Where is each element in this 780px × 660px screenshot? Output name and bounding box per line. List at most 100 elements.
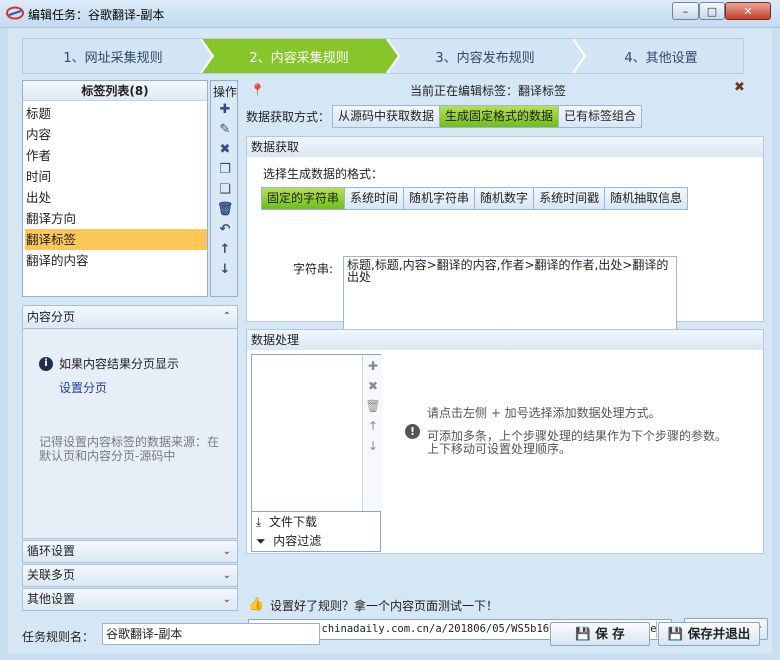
chevron-down-icon: ⌄: [222, 546, 231, 557]
tag-list-header: 标签列表(8): [23, 81, 207, 101]
step-publish-rules[interactable]: 3、内容发布规则: [395, 39, 575, 73]
undo-icon[interactable]: ↶: [216, 221, 234, 238]
step-wizard: 1、网址采集规则 2、内容采集规则 3、内容发布规则 4、其他设置: [22, 38, 744, 74]
other-settings-label: 其他设置: [27, 592, 76, 606]
method-tag-combo[interactable]: 已有标签组合: [559, 106, 642, 127]
loop-settings-label: 循环设置: [27, 544, 76, 558]
filter-icon: ⏷: [256, 534, 266, 548]
window-title: 编辑任务：谷歌翻译-副本: [28, 8, 165, 22]
step-url-rules[interactable]: 1、网址采集规则: [23, 39, 203, 73]
content-filter-item[interactable]: ⏷ 内容过滤: [256, 532, 321, 551]
processing-menu: ⤓ 文件下载 ⏷ 内容过滤: [252, 511, 380, 551]
save-label: 保 存: [595, 626, 625, 641]
other-settings-header[interactable]: 其他设置 ⌄: [22, 588, 238, 611]
chevron-down-icon: ⌄: [222, 570, 231, 581]
paste-icon[interactable]: ❏: [216, 181, 234, 198]
data-processing-body: ✚ ✖ 🗑 ↑ ↓ ⤓ 文件下载 ⏷ 内容过滤 请点击左侧 + 加号选择添加数据…: [246, 350, 764, 554]
tag-list: 标签列表(8) 标题 内容 作者 时间 出处 翻译方向 翻译标签 翻译的内容: [22, 80, 208, 297]
chevron-down-icon: ⌄: [222, 594, 231, 605]
bottom-bar: 任务规则名： 谷歌翻译-副本 💾 保 存 💾 保存并退出: [22, 622, 766, 650]
fetch-method-selector: 从源码中获取数据 生成固定格式的数据 已有标签组合: [332, 105, 643, 128]
format-random-string[interactable]: 随机字符串: [404, 188, 476, 209]
format-system-time[interactable]: 系统时间: [345, 188, 405, 209]
minimize-button[interactable]: –: [672, 2, 699, 20]
copy-icon[interactable]: ❐: [216, 161, 234, 178]
related-pages-label: 关联多页: [27, 568, 76, 582]
processing-toolbar: ✚ ✖ 🗑 ↑ ↓: [362, 355, 382, 511]
file-download-label: 文件下载: [268, 515, 317, 529]
close-button[interactable]: ✕: [725, 2, 771, 20]
save-exit-label: 保存并退出: [687, 626, 751, 641]
info-icon: i: [39, 357, 53, 371]
processing-list[interactable]: ✚ ✖ 🗑 ↑ ↓ ⤓ 文件下载 ⏷ 内容过滤: [251, 354, 382, 552]
tag-item[interactable]: 内容: [25, 124, 207, 145]
related-pages-header[interactable]: 关联多页 ⌄: [22, 564, 238, 587]
tag-item[interactable]: 翻译的内容: [25, 250, 207, 271]
string-label: 字符串:: [293, 262, 334, 276]
tag-item[interactable]: 标题: [25, 103, 207, 124]
processing-hint: 请点击左侧 + 加号选择添加数据处理方式。: [427, 406, 661, 420]
paging-note: 记得设置内容标签的数据来源：在默认页和内容分页-源码中: [39, 435, 220, 463]
move-up-icon[interactable]: ↑: [216, 241, 234, 258]
floppy-disk-icon: 💾: [575, 626, 591, 641]
warning-icon: !: [405, 424, 420, 439]
add-icon[interactable]: ✚: [365, 359, 381, 377]
floppy-disk-icon: 💾: [667, 626, 684, 641]
processing-note: 可添加多条，上个步骤处理的结果作为下个步骤的参数。上下移动可设置处理顺序。: [427, 429, 728, 456]
window-content: 1、网址采集规则 2、内容采集规则 3、内容发布规则 4、其他设置 标签列表(8…: [8, 28, 772, 654]
data-processing-header: 数据处理: [246, 329, 764, 351]
move-up-icon[interactable]: ↑: [365, 419, 381, 437]
format-label: 选择生成数据的格式：: [263, 167, 384, 181]
maximize-button[interactable]: □: [699, 2, 725, 20]
operations-toolbar: 操作 ✚ ✎ ✖ ❐ ❏ 🗑 ↶ ↑ ↓: [210, 80, 238, 297]
save-button[interactable]: 💾 保 存: [550, 622, 650, 646]
delete-x-icon[interactable]: ✖: [365, 379, 381, 397]
method-from-source[interactable]: 从源码中获取数据: [333, 106, 441, 127]
tag-item-selected[interactable]: 翻译标签: [25, 229, 207, 250]
file-download-item[interactable]: ⤓ 文件下载: [256, 513, 317, 532]
format-selector: 固定的字符串 系统时间 随机字符串 随机数字 系统时间戳 随机抽取信息: [261, 187, 689, 210]
paging-header-label: 内容分页: [27, 310, 76, 324]
chevron-up-icon: ⌃: [222, 311, 231, 322]
move-down-icon[interactable]: ↓: [365, 439, 381, 457]
download-icon: ⤓: [256, 515, 262, 529]
loop-settings-header[interactable]: 循环设置 ⌄: [22, 540, 238, 563]
data-fetch-body: 选择生成数据的格式： 固定的字符串 系统时间 随机字符串 随机数字 系统时间戳 …: [246, 157, 764, 336]
app-logo-icon: [6, 6, 24, 20]
format-random-pick[interactable]: 随机抽取信息: [605, 188, 688, 209]
format-timestamp[interactable]: 系统时间戳: [534, 188, 606, 209]
step-content-rules[interactable]: 2、内容采集规则: [209, 39, 389, 73]
tag-item[interactable]: 翻译方向: [25, 208, 207, 229]
fetch-method-label: 数据获取方式：: [246, 110, 331, 124]
setup-paging-link[interactable]: 设置分页: [59, 379, 107, 396]
operations-label: 操作: [212, 85, 237, 99]
paging-info-text: 如果内容结果分页显示: [59, 357, 180, 371]
close-editing-icon[interactable]: ✖: [734, 80, 745, 95]
delete-x-icon[interactable]: ✖: [216, 141, 234, 158]
left-panel: 标签列表(8) 标题 内容 作者 时间 出处 翻译方向 翻译标签 翻译的内容 操…: [22, 80, 238, 611]
thumbs-up-icon: 👍: [248, 597, 265, 612]
task-name-label: 任务规则名：: [22, 630, 95, 644]
trash-icon[interactable]: 🗑: [216, 201, 234, 218]
edit-pencil-icon[interactable]: ✎: [216, 121, 234, 138]
tag-item[interactable]: 作者: [25, 145, 207, 166]
tag-item[interactable]: 时间: [25, 166, 207, 187]
paging-section-body: i 如果内容结果分页显示 设置分页 记得设置内容标签的数据来源：在默认页和内容分…: [22, 329, 238, 539]
paging-section-header[interactable]: 内容分页 ⌃: [22, 305, 238, 329]
data-fetch-header: 数据获取: [246, 136, 764, 158]
method-fixed-format[interactable]: 生成固定格式的数据: [440, 106, 560, 127]
trash-icon[interactable]: 🗑: [365, 399, 381, 417]
tag-item[interactable]: 出处: [25, 187, 207, 208]
add-icon[interactable]: ✚: [216, 101, 234, 118]
editing-tag-label: 当前正在编辑标签：翻译标签: [410, 84, 567, 98]
format-fixed-string[interactable]: 固定的字符串: [262, 188, 346, 209]
content-filter-label: 内容过滤: [273, 534, 322, 548]
format-random-number[interactable]: 随机数字: [475, 188, 535, 209]
move-down-icon[interactable]: ↓: [216, 261, 234, 278]
step-other-settings[interactable]: 4、其他设置: [581, 39, 741, 73]
title-bar: 编辑任务：谷歌翻译-副本 – □ ✕: [0, 0, 780, 28]
task-name-input[interactable]: 谷歌翻译-副本: [102, 623, 320, 645]
save-exit-button[interactable]: 💾 保存并退出: [658, 622, 760, 646]
string-textarea[interactable]: 标题,标题,内容>翻译的内容,作者>翻译的作者,出处>翻译的出处: [343, 256, 677, 336]
test-prompt: 设置好了规则？拿一个内容页面测试一下！: [270, 599, 499, 613]
